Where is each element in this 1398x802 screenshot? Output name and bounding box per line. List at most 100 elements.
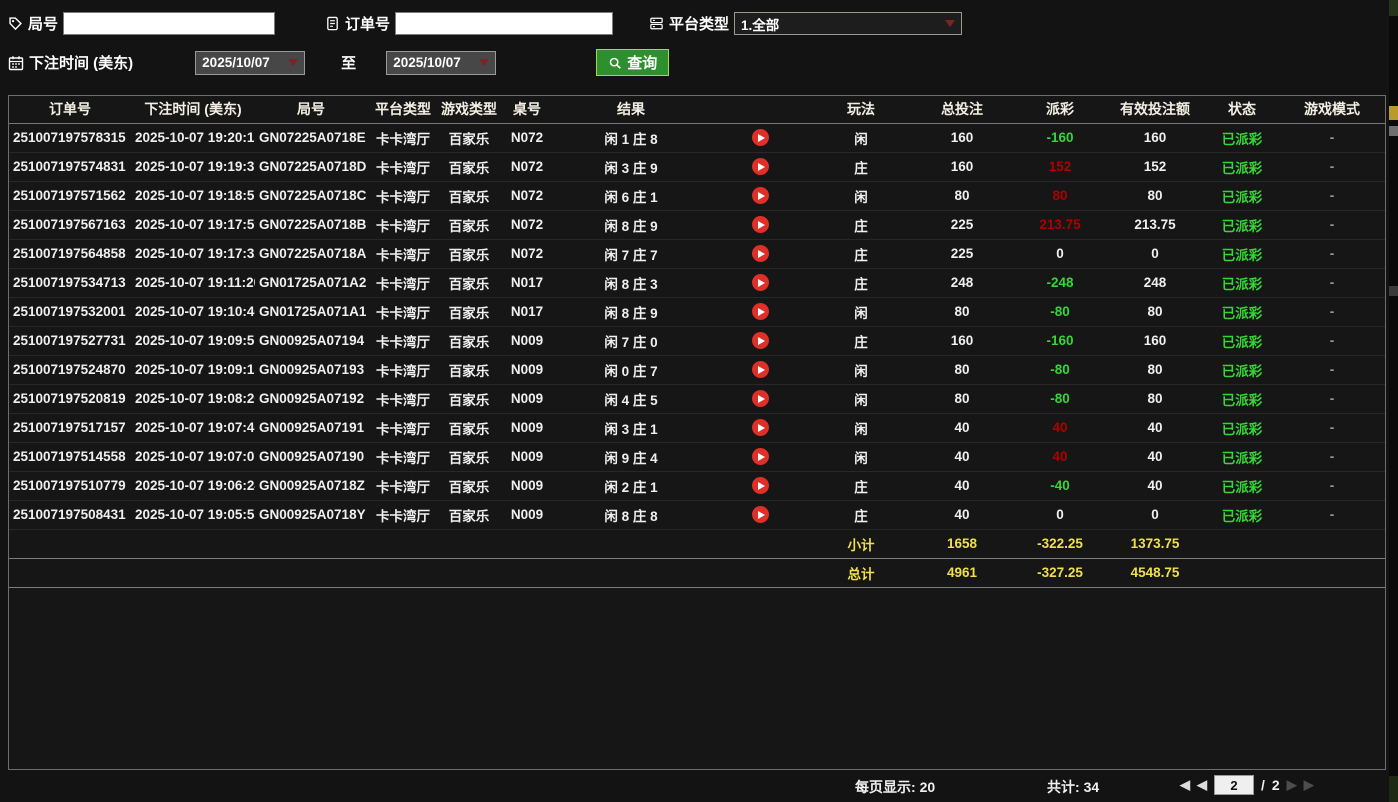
play-video-icon[interactable] <box>752 448 769 465</box>
replay-cell <box>707 152 813 181</box>
bet-records-table: 订单号下注时间 (美东)局号平台类型游戏类型桌号结果玩法总投注派彩有效投注额状态… <box>9 96 1385 588</box>
order-cell: 251007197567163 <box>9 210 131 239</box>
table-row: 2510071975320012025-10-07 19:10:46GN0172… <box>9 297 1385 326</box>
time-cell: 2025-10-07 19:10:46 <box>131 297 255 326</box>
order-cell: 251007197574831 <box>9 152 131 181</box>
table-header-row: 订单号下注时间 (美东)局号平台类型游戏类型桌号结果玩法总投注派彩有效投注额状态… <box>9 96 1385 123</box>
mode-cell: - <box>1279 413 1385 442</box>
payout-cell: 152 <box>1015 152 1105 181</box>
result-cell: 闲 3 庄 9 <box>555 152 707 181</box>
status-cell: 已派彩 <box>1205 355 1279 384</box>
round-number-field: 局号 <box>8 12 275 35</box>
play-video-icon[interactable] <box>752 390 769 407</box>
game-cell: 百家乐 <box>439 181 499 210</box>
replay-cell <box>707 239 813 268</box>
way-cell: 闲 <box>813 442 909 471</box>
result-cell: 闲 8 庄 9 <box>555 297 707 326</box>
play-video-icon[interactable] <box>752 506 769 523</box>
column-header: 玩法 <box>813 96 909 123</box>
edge-fragment <box>1389 106 1398 120</box>
edge-fragment <box>1389 0 1398 16</box>
status-cell: 已派彩 <box>1205 123 1279 152</box>
bet-table-body: 2510071975783152025-10-07 19:20:15GN0722… <box>9 123 1385 529</box>
play-video-icon[interactable] <box>752 274 769 291</box>
mode-cell: - <box>1279 355 1385 384</box>
next-page-button[interactable]: ▶ <box>1287 775 1297 795</box>
valid-cell: 40 <box>1105 471 1205 500</box>
time-cell: 2025-10-07 19:09:51 <box>131 326 255 355</box>
table-cell: N017 <box>499 268 555 297</box>
table-row: 2510071975248702025-10-07 19:09:15GN0092… <box>9 355 1385 384</box>
status-cell: 已派彩 <box>1205 442 1279 471</box>
bet-cell: 40 <box>909 442 1015 471</box>
date-to-picker[interactable]: 2025/10/07 <box>386 51 496 75</box>
date-from-picker[interactable]: 2025/10/07 <box>195 51 305 75</box>
way-cell: 闲 <box>813 123 909 152</box>
platform-cell: 卡卡湾厅 <box>367 442 439 471</box>
platform-type-label: 平台类型 <box>669 13 729 34</box>
way-cell: 闲 <box>813 384 909 413</box>
bet-records-table-container: 订单号下注时间 (美东)局号平台类型游戏类型桌号结果玩法总投注派彩有效投注额状态… <box>8 95 1386 770</box>
play-video-icon[interactable] <box>752 158 769 175</box>
play-video-icon[interactable] <box>752 477 769 494</box>
play-video-icon[interactable] <box>752 187 769 204</box>
table-cell: N072 <box>499 152 555 181</box>
column-header: 状态 <box>1205 96 1279 123</box>
platform-cell: 卡卡湾厅 <box>367 500 439 529</box>
payout-cell: -80 <box>1015 355 1105 384</box>
payout-cell: -160 <box>1015 326 1105 355</box>
platform-type-select[interactable]: 1.全部 <box>734 12 962 35</box>
way-cell: 庄 <box>813 210 909 239</box>
play-video-icon[interactable] <box>752 303 769 320</box>
total-row: 总计 4961 -327.25 4548.75 <box>9 558 1385 587</box>
order-number-field: 订单号 <box>325 12 613 35</box>
way-cell: 庄 <box>813 471 909 500</box>
mode-cell: - <box>1279 326 1385 355</box>
play-video-icon[interactable] <box>752 332 769 349</box>
platform-type-field: 平台类型 1.全部 <box>649 12 962 35</box>
platform-cell: 卡卡湾厅 <box>367 152 439 181</box>
first-page-button[interactable]: ◀ <box>1180 775 1190 795</box>
query-button[interactable]: 查询 <box>596 49 669 76</box>
valid-cell: 0 <box>1105 500 1205 529</box>
play-video-icon[interactable] <box>752 129 769 146</box>
last-page-button[interactable]: ▶ <box>1304 775 1314 795</box>
valid-cell: 213.75 <box>1105 210 1205 239</box>
payout-cell: 0 <box>1015 239 1105 268</box>
result-cell: 闲 2 庄 1 <box>555 471 707 500</box>
to-label: 至 <box>341 52 356 73</box>
table-row: 2510071975277312025-10-07 19:09:51GN0092… <box>9 326 1385 355</box>
play-video-icon[interactable] <box>752 245 769 262</box>
bet-time-field: 下注时间 (美东) <box>8 52 133 73</box>
chevron-down-icon <box>945 20 955 27</box>
round-cell: GN00925A07192 <box>255 384 367 413</box>
prev-page-button[interactable]: ◀ <box>1197 775 1207 795</box>
play-video-icon[interactable] <box>752 419 769 436</box>
play-video-icon[interactable] <box>752 361 769 378</box>
layers-icon <box>649 16 664 31</box>
way-cell: 庄 <box>813 268 909 297</box>
order-cell: 251007197527731 <box>9 326 131 355</box>
total-pages: 2 <box>1272 777 1280 793</box>
mode-cell: - <box>1279 268 1385 297</box>
table-row: 2510071975783152025-10-07 19:20:15GN0722… <box>9 123 1385 152</box>
page-number-input[interactable] <box>1214 775 1254 795</box>
time-cell: 2025-10-07 19:07:07 <box>131 442 255 471</box>
replay-cell <box>707 355 813 384</box>
round-number-input[interactable] <box>63 12 275 35</box>
play-video-icon[interactable] <box>752 216 769 233</box>
order-number-input[interactable] <box>395 12 613 35</box>
column-header <box>707 96 813 123</box>
mode-cell: - <box>1279 442 1385 471</box>
bet-cell: 80 <box>909 384 1015 413</box>
column-header: 平台类型 <box>367 96 439 123</box>
calendar-icon <box>8 55 24 71</box>
round-cell: GN01725A071A2 <box>255 268 367 297</box>
tag-icon <box>8 16 23 31</box>
order-cell: 251007197517157 <box>9 413 131 442</box>
edge-fragment <box>1389 776 1398 802</box>
edge-fragment <box>1389 126 1398 136</box>
column-header: 总投注 <box>909 96 1015 123</box>
way-cell: 闲 <box>813 413 909 442</box>
time-cell: 2025-10-07 19:07:40 <box>131 413 255 442</box>
